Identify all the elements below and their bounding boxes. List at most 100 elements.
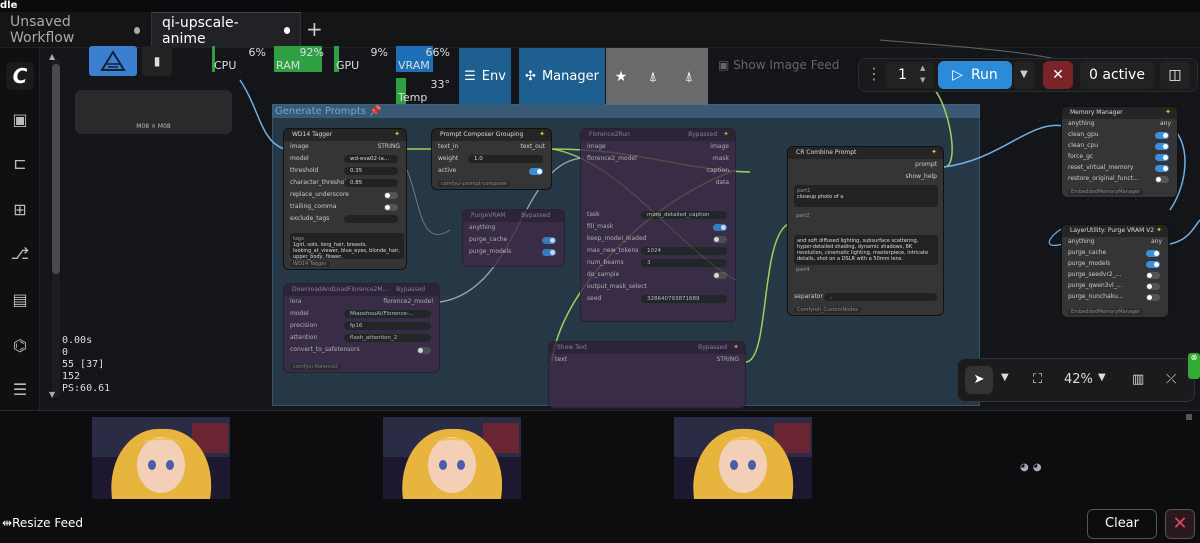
- widget-threshold[interactable]: threshold 0.35: [284, 165, 406, 177]
- model-search-button[interactable]: ⍋: [636, 48, 670, 105]
- node-wd14-tagger[interactable]: WD14 Tagger ✦ image STRING model wd-eva02-l…: [283, 128, 407, 270]
- widget-row[interactable]: purge_qwen3vl_...: [1062, 280, 1168, 291]
- node-florence2-run[interactable]: Florence2Run Bypassed ✦ image image florenc…: [580, 128, 736, 322]
- widget-value[interactable]: fp16: [344, 322, 431, 330]
- feed-eyes-thumbnail[interactable]: ◕◕: [1020, 462, 1045, 473]
- chevron-up-icon[interactable]: ▲: [920, 62, 925, 74]
- widget-separator[interactable]: separator,: [788, 291, 943, 303]
- toggle-switch[interactable]: [1146, 261, 1160, 268]
- close-feed-button[interactable]: ✕: [1165, 509, 1195, 539]
- toggle-switch[interactable]: [713, 272, 727, 279]
- widget-row[interactable]: force_gc: [1062, 151, 1177, 162]
- widget-keep-model[interactable]: keep_model_loaded: [581, 233, 735, 245]
- zoom-level[interactable]: 42%: [1064, 372, 1093, 387]
- toggle-switch[interactable]: [1155, 165, 1169, 172]
- widget-value[interactable]: 0.35: [344, 167, 398, 175]
- toggle-switch[interactable]: [1146, 283, 1160, 290]
- star-button[interactable]: ★: [606, 48, 636, 105]
- widget-row[interactable]: purge_nunchaku...: [1062, 291, 1168, 302]
- node-title[interactable]: Show Text Bypassed ✦: [549, 342, 745, 354]
- widget-max-tokens[interactable]: max_new_tokens 1024: [581, 245, 735, 257]
- node-title[interactable]: LayerUtility: Purge VRAM V2 ✦: [1062, 225, 1168, 237]
- widget-value[interactable]: 3: [641, 259, 727, 267]
- io-row[interactable]: data: [581, 177, 735, 189]
- node-title[interactable]: DownloadAndLoadFlorence2M... Bypassed: [284, 284, 439, 296]
- widget-value[interactable]: more_detailed_caption: [641, 211, 727, 219]
- node-cr-combine-prompt[interactable]: CR Combine Prompt ✦ prompt show_help part…: [787, 146, 944, 316]
- toggle-switch[interactable]: [542, 237, 556, 244]
- widget-row[interactable]: purge_seedvr2_...: [1062, 269, 1168, 280]
- widget-num-beams[interactable]: num_beams 3: [581, 257, 735, 269]
- toggle-switch[interactable]: [542, 249, 556, 256]
- pointer-chevron-icon[interactable]: ▼: [1001, 372, 1009, 383]
- widget-exclude-tags[interactable]: exclude_tags: [284, 213, 406, 225]
- toggle-switch[interactable]: [1146, 294, 1160, 301]
- toggle-switch[interactable]: [713, 224, 727, 231]
- model-translate-button[interactable]: ⍋: [670, 48, 708, 105]
- widget-row[interactable]: reset_virtual_memory: [1062, 162, 1177, 173]
- cancel-run-button[interactable]: ✕: [1043, 61, 1073, 89]
- node-prompt-composer[interactable]: Prompt Composer Grouping ✦ text_in text_ou…: [431, 128, 552, 190]
- widget-value[interactable]: 1.0: [468, 155, 543, 163]
- feed-image[interactable]: [92, 417, 230, 499]
- node-purge-vram-v2[interactable]: LayerUtility: Purge VRAM V2 ✦ anything any…: [1061, 224, 1169, 318]
- toggle-switch[interactable]: [713, 236, 727, 243]
- widget-purge-models[interactable]: purge_models: [463, 246, 564, 258]
- toggle-switch[interactable]: [384, 204, 398, 211]
- feed-scroll-handle[interactable]: [1186, 414, 1192, 420]
- env-button[interactable]: ☰ Env: [459, 48, 511, 105]
- widget-attention[interactable]: attention flash_attention_2: [284, 332, 439, 344]
- output-prompt[interactable]: prompt: [788, 159, 943, 171]
- widget-seed[interactable]: seed 328640793871689: [581, 293, 735, 305]
- toggle-switch[interactable]: [1155, 154, 1169, 161]
- run-button[interactable]: ▷ Run: [938, 61, 1012, 89]
- io-row[interactable]: text STRING: [549, 354, 745, 366]
- node-title[interactable]: PurgeVRAM Bypassed: [463, 210, 564, 222]
- widget-precision[interactable]: precision fp16: [284, 320, 439, 332]
- widget-weight[interactable]: weight 1.0: [432, 153, 551, 165]
- part3-textarea[interactable]: and soft diffused lighting, subsurface s…: [794, 235, 938, 265]
- widget-convert[interactable]: convert_to_safetensors: [284, 344, 439, 356]
- widget-value[interactable]: 328640793871689: [641, 295, 727, 303]
- fit-view-icon[interactable]: ⛶: [1033, 372, 1042, 387]
- input-text-in[interactable]: text_in text_out: [432, 141, 551, 153]
- bookmark-icon[interactable]: ▮: [142, 46, 172, 76]
- side-toggle-icon[interactable]: ⊗: [1188, 353, 1200, 379]
- widget-row[interactable]: clean_cpu: [1062, 140, 1177, 151]
- widget-value[interactable]: wd-eva02-la...: [344, 155, 398, 163]
- toggle-panel-button[interactable]: ◫: [1160, 61, 1190, 89]
- output-show-help[interactable]: show_help: [788, 171, 943, 183]
- node-download-florence[interactable]: DownloadAndLoadFlorence2M... Bypassed lor…: [283, 283, 440, 373]
- io-row[interactable]: caption: [581, 165, 735, 177]
- io-row[interactable]: image image: [581, 141, 735, 153]
- io-row[interactable]: florence2_model mask: [581, 153, 735, 165]
- widget-trailing-comma[interactable]: trailing_comma: [284, 201, 406, 213]
- toggle-switch[interactable]: [1146, 250, 1160, 257]
- toggle-switch[interactable]: [417, 347, 431, 354]
- io-row[interactable]: anything any: [1062, 119, 1177, 129]
- feed-image[interactable]: [674, 417, 812, 499]
- pointer-tool-icon[interactable]: ➤: [965, 366, 993, 394]
- active-queue-button[interactable]: 0 active: [1080, 61, 1154, 89]
- input-anything[interactable]: anything: [463, 222, 564, 234]
- toggle-switch[interactable]: [384, 192, 398, 199]
- widget-value[interactable]: ,: [824, 293, 937, 301]
- zoom-chevron-icon[interactable]: ▼: [1098, 372, 1106, 383]
- feed-image[interactable]: [383, 417, 521, 499]
- queue-stepper[interactable]: ▲ ▼: [920, 62, 925, 86]
- widget-row[interactable]: purge_cache: [1062, 247, 1168, 258]
- widget-task[interactable]: task more_detailed_caption: [581, 209, 735, 221]
- widget-fill-mask[interactable]: fill_mask: [581, 221, 735, 233]
- widget-value[interactable]: 1024: [641, 247, 727, 255]
- widget-value[interactable]: flash_attention_2: [344, 334, 431, 342]
- run-options-chevron-icon[interactable]: ▼: [1014, 61, 1034, 89]
- widget-value[interactable]: MiaoshouAI/Florence-...: [344, 310, 431, 318]
- toggle-switch[interactable]: [1155, 132, 1169, 139]
- node-title[interactable]: Prompt Composer Grouping ✦: [432, 129, 551, 141]
- widget-model[interactable]: model MiaoshouAI/Florence-...: [284, 308, 439, 320]
- toggle-switch[interactable]: [1155, 176, 1169, 183]
- clear-feed-button[interactable]: Clear: [1087, 509, 1157, 539]
- input-image[interactable]: image STRING: [284, 141, 406, 153]
- tags-textarea[interactable]: tags 1girl, solo, long_hair, breasts, lo…: [290, 233, 404, 260]
- io-row[interactable]: anything any: [1062, 237, 1168, 247]
